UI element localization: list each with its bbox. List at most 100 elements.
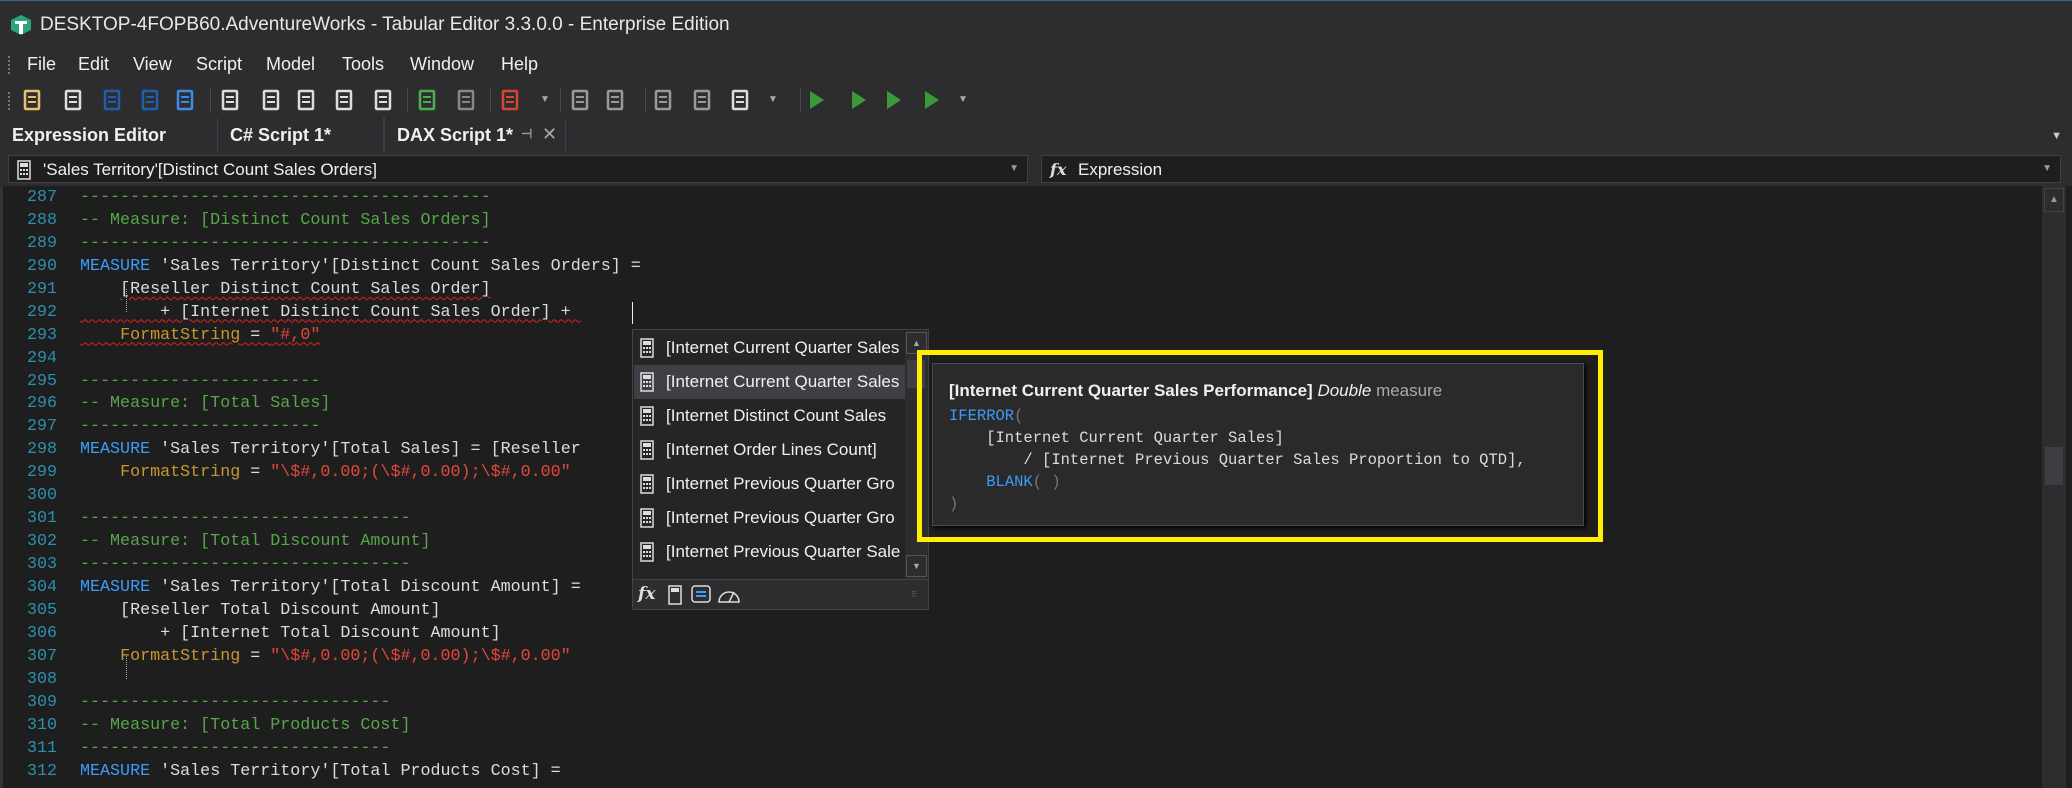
code-line[interactable]: 308: [0, 668, 2042, 691]
menu-model[interactable]: Model: [266, 54, 315, 75]
menu-view[interactable]: View: [133, 54, 172, 75]
editor-vertical-scrollbar[interactable]: ▲: [2042, 186, 2066, 788]
resize-grip-icon[interactable]: ⠿: [911, 590, 917, 599]
toolbar-separator: [560, 88, 561, 112]
autocomplete-item[interactable]: [Internet Current Quarter Sales: [634, 365, 905, 399]
code-line[interactable]: 287 -------------------------------------…: [0, 186, 2042, 209]
open-icon[interactable]: [19, 87, 45, 113]
tab-label: DAX Script 1*: [397, 125, 514, 145]
scroll-up-button[interactable]: ▲: [2044, 188, 2064, 212]
autocomplete-item[interactable]: [Internet Previous Quarter Gro: [634, 467, 905, 501]
code-line[interactable]: 309 -------------------------------: [0, 691, 2042, 714]
new-diagram-icon[interactable]: [258, 87, 284, 113]
autocomplete-filter-bar: fx ⠿: [633, 579, 928, 609]
panel-icon[interactable]: [650, 87, 676, 113]
toolbar-separator: [490, 88, 491, 112]
menu-help[interactable]: Help: [501, 54, 538, 75]
line-number: 290: [26, 256, 57, 276]
new-hierarchy-icon[interactable]: [331, 87, 357, 113]
toolbar-grip[interactable]: [8, 92, 11, 110]
format-dax-alt-icon[interactable]: [453, 87, 479, 113]
property-selector-value: Expression: [1078, 160, 1163, 179]
code-line[interactable]: 310 -- Measure: [Total Products Cost]: [0, 714, 2042, 737]
line-number: 309: [26, 692, 57, 712]
run-dropdown-icon[interactable]: ▼: [958, 94, 968, 105]
save-run-icon[interactable]: [918, 87, 944, 113]
move-icon[interactable]: [602, 87, 628, 113]
chevron-down-icon[interactable]: ▼: [2042, 163, 2052, 174]
new-script-icon[interactable]: [370, 87, 396, 113]
bpa-icon[interactable]: [497, 87, 523, 113]
line-number: 300: [26, 486, 57, 506]
code-line[interactable]: 288 -- Measure: [Distinct Count Sales Ord…: [0, 209, 2042, 232]
autocomplete-item[interactable]: [Internet Current Quarter Sales: [634, 331, 905, 365]
close-icon[interactable]: ✕: [542, 124, 557, 145]
menu-edit[interactable]: Edit: [78, 54, 109, 75]
line-number: 306: [26, 623, 57, 643]
tab-label: C# Script 1*: [230, 125, 332, 145]
run-icon[interactable]: [803, 87, 829, 113]
tab-csharp-script[interactable]: C# Script 1*: [218, 118, 384, 152]
layout-dropdown-icon[interactable]: ▼: [768, 94, 778, 105]
code-line[interactable]: 292 + [Internet Distinct Count Sales Ord…: [0, 301, 2042, 324]
code-line[interactable]: 290 MEASURE 'Sales Territory'[Distinct Co…: [0, 255, 2042, 278]
pin-icon[interactable]: ⊣: [521, 126, 532, 142]
code-line[interactable]: 303 ---------------------------------: [0, 553, 2042, 576]
menu-file[interactable]: File: [27, 54, 56, 75]
bpa-dropdown-icon[interactable]: ▼: [540, 94, 550, 105]
code-token: MEASURE: [80, 256, 151, 276]
save-all-icon[interactable]: [137, 87, 163, 113]
line-number: 287: [26, 188, 57, 207]
menu-script[interactable]: Script: [196, 54, 242, 75]
autocomplete-item[interactable]: [Internet Order Lines Count]: [634, 433, 905, 467]
code-line[interactable]: 304 MEASURE 'Sales Territory'[Total Disco…: [0, 576, 2042, 599]
code-token: MEASURE: [80, 761, 151, 781]
fx-icon[interactable]: fx: [638, 584, 655, 604]
layout-icon[interactable]: [727, 87, 753, 113]
autocomplete-item[interactable]: [Internet Previous Quarter Sale: [634, 535, 905, 569]
menu-window[interactable]: Window: [410, 54, 474, 75]
tooltip-header: [Internet Current Quarter Sales Performa…: [949, 381, 1442, 401]
object-selector[interactable]: 'Sales Territory'[Distinct Count Sales O…: [8, 155, 1028, 183]
code-line[interactable]: 305 [Reseller Total Discount Amount]: [0, 599, 2042, 622]
new-pivot-icon[interactable]: [293, 87, 319, 113]
format-dax-icon[interactable]: [414, 87, 440, 113]
kpi-icon[interactable]: [717, 584, 741, 604]
comment-icon[interactable]: [689, 87, 715, 113]
code-token: -------------------------------: [80, 692, 391, 712]
refresh-icon[interactable]: [172, 87, 198, 113]
run-selection-icon[interactable]: [845, 87, 871, 113]
deploy-icon[interactable]: [60, 87, 86, 113]
autocomplete-item[interactable]: [Internet Distinct Count Sales: [634, 399, 905, 433]
line-number: 308: [26, 669, 57, 689]
code-token: MEASURE: [80, 440, 151, 460]
column-icon[interactable]: [691, 584, 711, 604]
code-line[interactable]: 306 + [Internet Total Discount Amount]: [0, 622, 2042, 645]
code-line[interactable]: 307 FormatString = "\$#,0.00;(\$#,0.00);…: [0, 645, 2042, 668]
measure-icon[interactable]: [668, 584, 682, 606]
tab-list-dropdown-icon[interactable]: ▼: [2051, 130, 2062, 142]
code-line[interactable]: 289 -------------------------------------…: [0, 232, 2042, 255]
menu-grip[interactable]: [8, 56, 11, 74]
code-text: + [Internet Distinct Count Sales Order] …: [80, 301, 581, 324]
new-document-icon[interactable]: [217, 87, 243, 113]
column-icon[interactable]: [567, 87, 593, 113]
save-icon[interactable]: [99, 87, 125, 113]
property-selector[interactable]: fx Expression ▼: [1041, 155, 2061, 183]
code-line[interactable]: 291 [Reseller Distinct Count Sales Order…: [0, 278, 2042, 301]
code-line[interactable]: 293 FormatString = "#,0": [0, 324, 2042, 347]
scrollbar-thumb[interactable]: [2045, 447, 2063, 485]
measure-icon: [640, 474, 654, 494]
tab-dax-script[interactable]: DAX Script 1* ⊣ ✕: [384, 118, 566, 152]
autocomplete-item[interactable]: [Internet Previous Quarter Gro: [634, 501, 905, 535]
tooltip-data-type: Double: [1317, 381, 1372, 400]
chevron-down-icon[interactable]: ▼: [1009, 163, 1019, 174]
code-line[interactable]: 311 -------------------------------: [0, 737, 2042, 760]
run-script-icon[interactable]: [880, 87, 906, 113]
code-line[interactable]: 312 MEASURE 'Sales Territory'[Total Produ…: [0, 760, 2042, 783]
tab-expression-editor[interactable]: Expression Editor: [0, 118, 218, 152]
menu-tools[interactable]: Tools: [342, 54, 384, 75]
scroll-down-button[interactable]: ▼: [906, 555, 927, 577]
tooltip-object-kind: measure: [1376, 381, 1443, 400]
